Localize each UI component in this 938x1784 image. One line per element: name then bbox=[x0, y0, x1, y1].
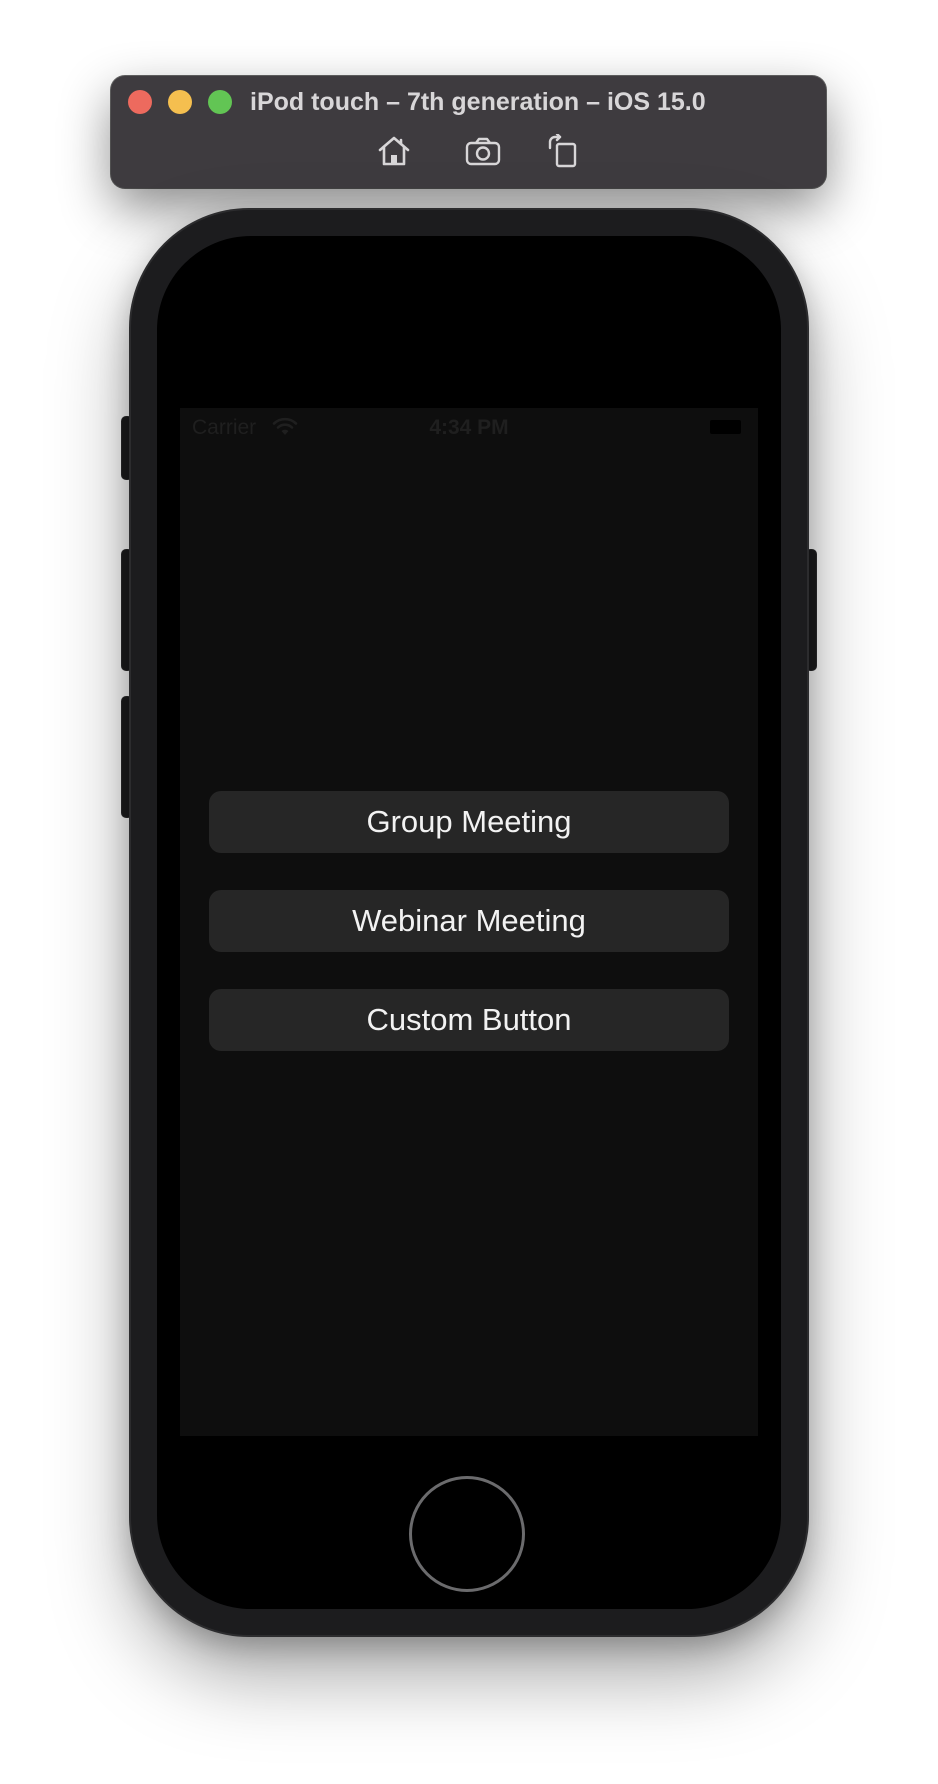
simulator-title: iPod touch – 7th generation – iOS 15.0 bbox=[250, 88, 706, 116]
home-toolbar-button[interactable] bbox=[374, 133, 414, 169]
custom-button[interactable]: Custom Button bbox=[209, 989, 729, 1051]
simulator-stage: iPod touch – 7th generation – iOS 15.0 C… bbox=[0, 0, 938, 1784]
power-button bbox=[806, 550, 816, 670]
zoom-window-button[interactable] bbox=[208, 90, 232, 114]
group-meeting-button[interactable]: Group Meeting bbox=[209, 791, 729, 853]
webinar-meeting-button[interactable]: Webinar Meeting bbox=[209, 890, 729, 952]
home-icon bbox=[377, 135, 411, 167]
rotate-toolbar-button[interactable] bbox=[542, 133, 582, 169]
screenshot-icon bbox=[465, 136, 501, 166]
device-screen: Carrier 4:34 PM Group Meeting Webinar Me… bbox=[180, 408, 758, 1436]
rotate-icon bbox=[546, 134, 578, 168]
battery-icon bbox=[710, 420, 741, 434]
simulator-toolbar: iPod touch – 7th generation – iOS 15.0 bbox=[111, 76, 826, 188]
close-window-button[interactable] bbox=[128, 90, 152, 114]
home-button[interactable] bbox=[409, 1476, 525, 1592]
status-bar: Carrier 4:34 PM bbox=[180, 408, 758, 448]
screenshot-toolbar-button[interactable] bbox=[463, 133, 503, 169]
minimize-window-button[interactable] bbox=[168, 90, 192, 114]
status-time: 4:34 PM bbox=[429, 416, 509, 439]
